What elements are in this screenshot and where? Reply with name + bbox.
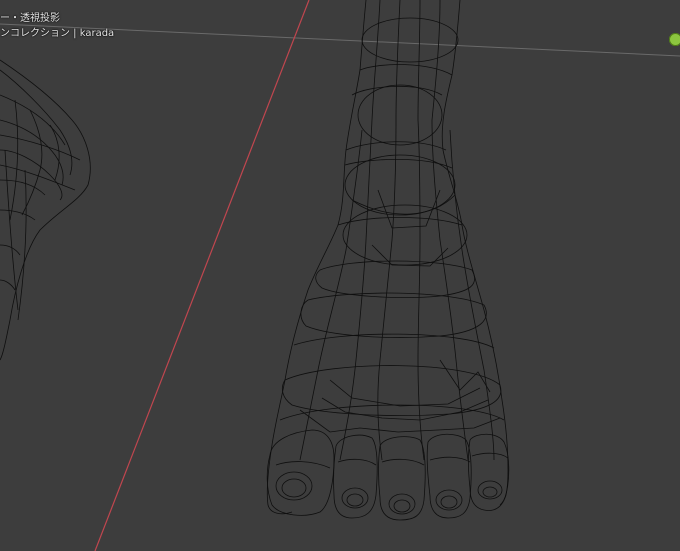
3d-viewport[interactable]: ー・透視投影 ンコレクション | karada [0,0,680,551]
viewport-scene [0,0,680,551]
projection-label: ー・透視投影 [0,13,60,24]
left-foot-mesh [0,59,91,361]
x-axis-line [94,0,310,551]
collection-label: ンコレクション | karada [0,28,115,39]
green-axis-dot-icon[interactable] [669,33,680,46]
foot-mesh [266,0,510,521]
